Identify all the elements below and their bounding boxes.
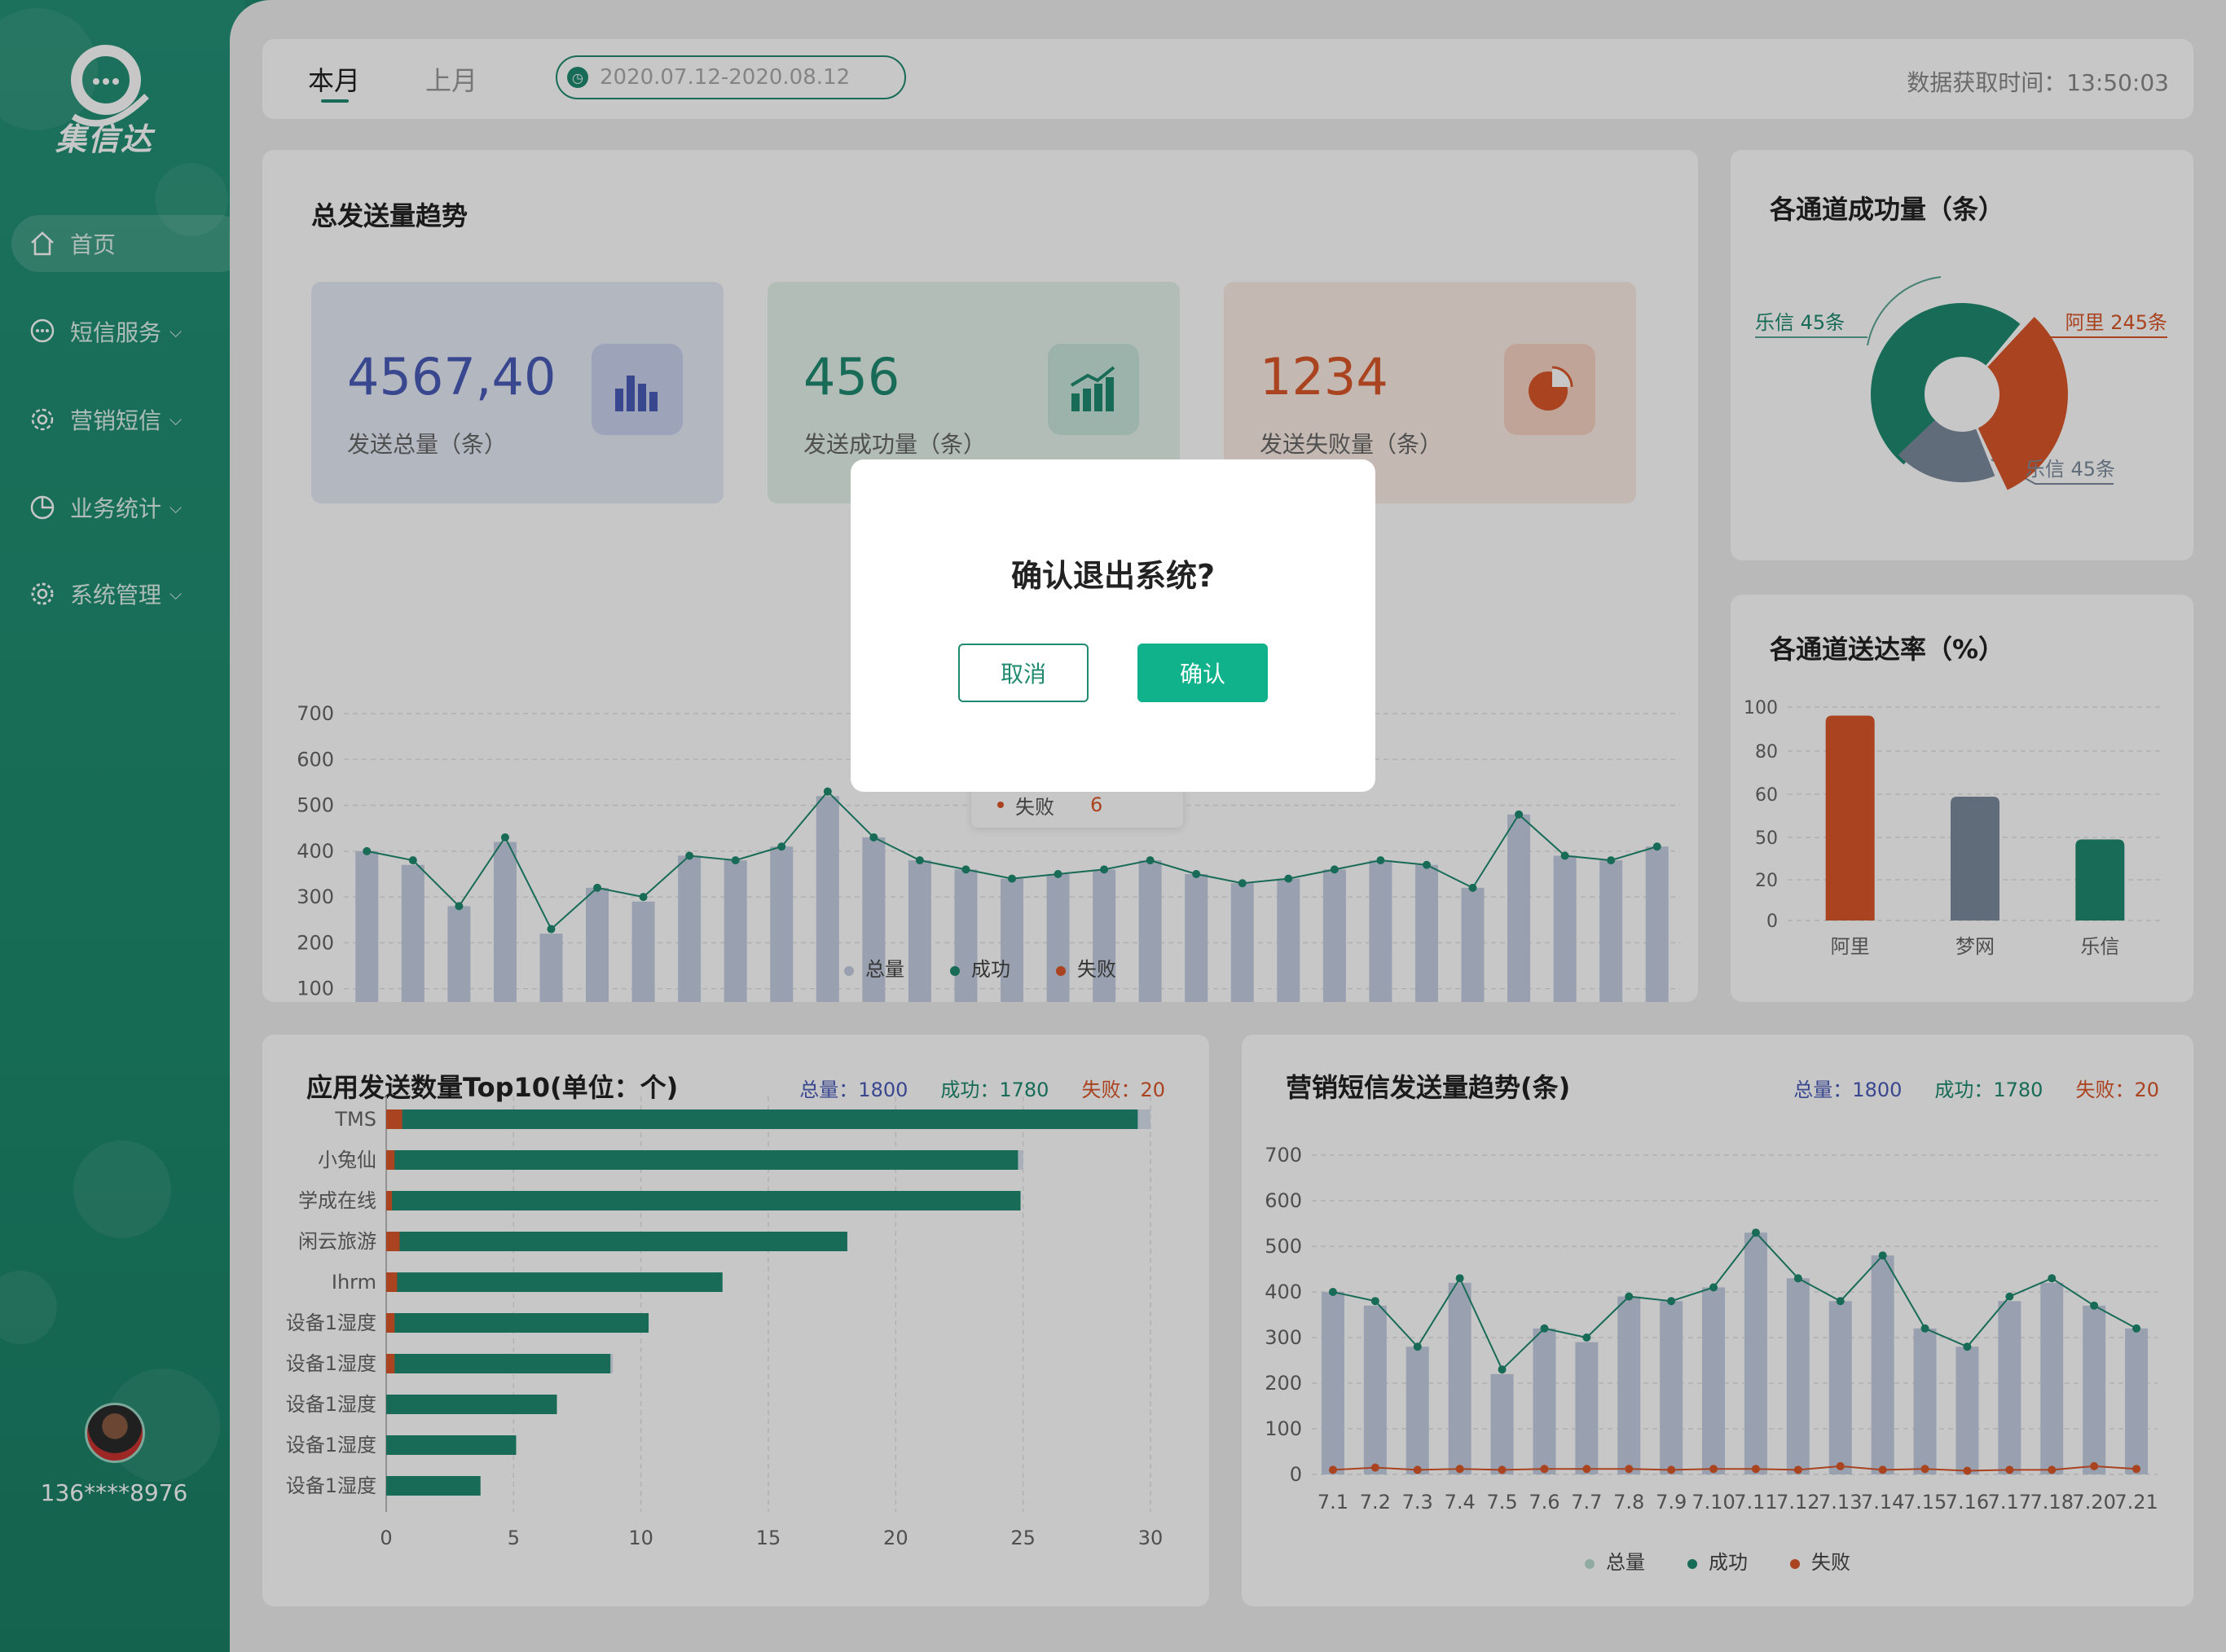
logout-confirm-dialog: 确认退出系统? 取消 确认	[851, 459, 1375, 792]
dialog-title: 确认退出系统?	[1010, 558, 1216, 594]
cancel-button[interactable]: 取消	[958, 644, 1089, 702]
confirm-button[interactable]: 确认	[1137, 644, 1268, 702]
modal-overlay[interactable]	[0, 0, 2226, 1652]
